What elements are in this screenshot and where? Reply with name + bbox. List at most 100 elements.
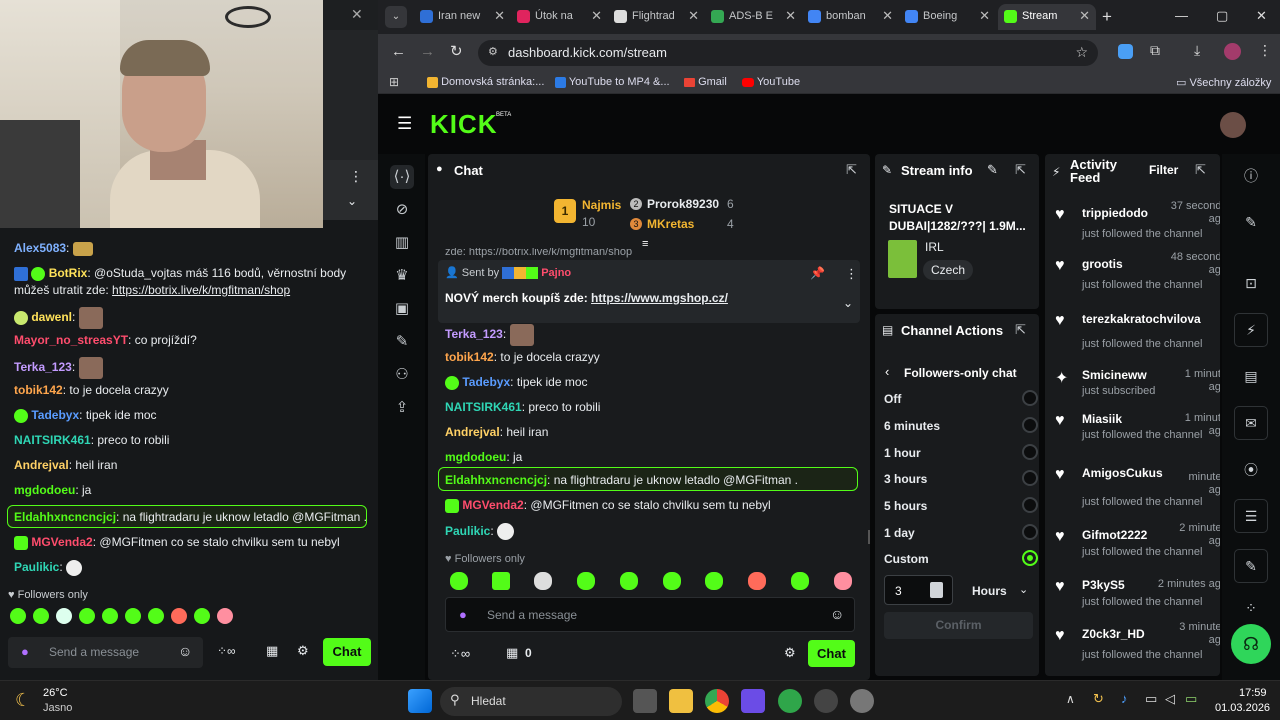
confirm-button[interactable]: Confirm <box>884 612 1033 639</box>
reload-icon[interactable]: ↻ <box>450 42 463 60</box>
broadcast-icon[interactable]: ⦿ <box>1240 459 1262 481</box>
chat-send-button[interactable]: Chat <box>808 640 855 667</box>
more-vertical-icon[interactable]: ⋮ <box>845 266 858 282</box>
category-name[interactable]: IRL <box>925 240 944 254</box>
pen-icon[interactable]: ✎ <box>1240 211 1262 233</box>
browser-tab[interactable]: Útok na ✕ <box>511 4 608 30</box>
browser-tab[interactable]: Boeing ✕ <box>899 4 996 30</box>
volume-icon[interactable]: ◁ <box>1165 691 1175 707</box>
store-icon[interactable]: ▦ <box>506 645 518 661</box>
bookmark-star-icon[interactable]: ☆ <box>1075 44 1088 61</box>
analytics-icon[interactable]: ▥ <box>390 231 414 255</box>
network-icon[interactable]: ▭ <box>1145 691 1157 707</box>
clock-time[interactable]: 17:59 <box>1239 687 1267 699</box>
upload-icon[interactable]: ⇪ <box>390 396 414 420</box>
trophy-icon[interactable]: ♛ <box>390 264 414 288</box>
radio-custom[interactable] <box>1022 550 1038 566</box>
left-chat-send-button[interactable]: Chat <box>323 638 371 666</box>
site-info-icon[interactable]: ⚙ <box>488 45 498 58</box>
filter-button[interactable]: Filter <box>1149 163 1178 177</box>
file-viewer-icon[interactable] <box>633 689 657 713</box>
start-icon[interactable] <box>408 689 432 713</box>
chat-input[interactable]: ● Send a message ☺ <box>445 597 855 632</box>
store-icon[interactable]: ▦ <box>266 643 278 659</box>
close-icon[interactable]: ✕ <box>1079 8 1090 24</box>
chevron-down-icon[interactable]: ⌄ <box>347 194 357 208</box>
support-button[interactable]: ☊ <box>1231 624 1271 664</box>
merch-link[interactable]: https://www.mgshop.cz/ <box>591 291 728 305</box>
close-window-icon[interactable]: ✕ <box>1256 8 1267 24</box>
sliders-icon[interactable]: ☰ <box>1234 499 1268 533</box>
leader-name[interactable]: MKretas <box>647 217 694 231</box>
taskbar-search[interactable]: ⚲ Hledat <box>440 687 622 716</box>
tray-chevron-icon[interactable]: ∧ <box>1066 692 1075 706</box>
popout-icon[interactable]: ⇱ <box>1195 162 1206 178</box>
clock-date[interactable]: 01.03.2026 <box>1215 702 1270 714</box>
chrome-icon[interactable] <box>705 689 729 713</box>
popout-icon[interactable]: ⇱ <box>1015 162 1026 178</box>
stream-icon[interactable]: ⟨·⟩ <box>390 165 414 189</box>
close-icon[interactable]: ✕ <box>785 8 796 24</box>
battery-icon[interactable]: ▭ <box>1185 691 1197 707</box>
community-icon[interactable]: ⚇ <box>390 363 414 387</box>
app-icon[interactable] <box>741 689 765 713</box>
forward-icon[interactable]: → <box>420 43 435 60</box>
shop-link[interactable]: https://botrix.live/k/mgfitman/shop <box>112 283 290 297</box>
tray-sync-icon[interactable]: ↻ <box>1093 691 1104 707</box>
close-icon[interactable]: ✕ <box>494 8 505 24</box>
stepper-icon[interactable] <box>930 582 943 598</box>
browser-tab[interactable]: Flightrad ✕ <box>608 4 705 30</box>
chevron-down-icon[interactable]: ⌄ <box>843 296 853 310</box>
bookmark-item[interactable]: Gmail <box>684 76 727 88</box>
bookmark-item[interactable]: YouTube <box>742 76 800 88</box>
notes-icon[interactable]: ▤ <box>1240 365 1262 387</box>
new-tab-icon[interactable]: + <box>1102 7 1112 27</box>
close-icon[interactable]: ✕ <box>688 8 699 24</box>
leader-name[interactable]: Prorok89230 <box>647 197 719 211</box>
close-icon[interactable]: ✕ <box>591 8 602 24</box>
all-bookmarks[interactable]: ▭ Všechny záložky <box>1176 76 1271 89</box>
emoji-icon[interactable]: ☺ <box>178 643 192 659</box>
radio-1-day[interactable] <box>1022 524 1038 540</box>
address-bar[interactable]: ⚙ dashboard.kick.com/stream ☆ <box>478 40 1098 66</box>
popout-icon[interactable]: ⇱ <box>846 162 857 178</box>
radio-1-hour[interactable] <box>1022 444 1038 460</box>
tab-search-button[interactable]: ⌄ <box>385 6 407 28</box>
puzzle-icon[interactable]: ⧉ <box>1150 42 1160 59</box>
wrench-icon[interactable]: ✎ <box>390 330 414 354</box>
apps-icon[interactable]: ⊞ <box>389 75 399 89</box>
back-chevron-icon[interactable]: ‹ <box>885 364 889 379</box>
menu-icon[interactable]: ⋮ <box>1258 42 1272 59</box>
extension-icon[interactable] <box>1118 44 1133 59</box>
radio-6-minutes[interactable] <box>1022 417 1038 433</box>
wrench-icon[interactable]: ✎ <box>1234 549 1268 583</box>
popout-icon[interactable]: ⇱ <box>1015 322 1026 338</box>
weather-moon-icon[interactable]: ☾ <box>15 690 31 711</box>
browser-tab[interactable]: bomban ✕ <box>802 4 899 30</box>
download-icon[interactable]: ⤓ <box>1194 42 1200 59</box>
link-icon[interactable]: ⊘ <box>390 198 414 222</box>
custom-duration-input[interactable]: 3 <box>884 575 953 605</box>
mic-icon[interactable]: ● <box>459 607 467 622</box>
info-icon[interactable]: ⓘ <box>1240 165 1262 187</box>
edit-icon[interactable]: ✎ <box>987 162 998 178</box>
profile-avatar[interactable] <box>1224 43 1241 60</box>
close-icon[interactable]: ✕ <box>979 8 990 24</box>
apps-icon[interactable]: ⁘ <box>1240 597 1262 619</box>
radio-off[interactable] <box>1022 390 1038 406</box>
settings-icon[interactable] <box>850 689 874 713</box>
close-icon[interactable]: ✕ <box>882 8 893 24</box>
hamburger-icon[interactable]: ☰ <box>397 114 412 134</box>
close-icon[interactable]: ✕ <box>351 6 363 23</box>
points-icon[interactable]: ⁘∞ <box>217 644 236 658</box>
back-icon[interactable]: ← <box>391 43 406 60</box>
radio-3-hours[interactable] <box>1022 470 1038 486</box>
bookmark-item[interactable]: YouTube to MP4 &... <box>555 76 670 88</box>
left-chat-input[interactable]: ● Send a message ☺ <box>8 637 203 668</box>
pin-icon[interactable]: 📌 <box>810 266 825 280</box>
browser-tab[interactable]: Iran new ✕ <box>414 4 511 30</box>
recorder-icon[interactable] <box>814 689 838 713</box>
bookmark-item[interactable]: Domovská stránka:... <box>427 76 544 88</box>
leader-name[interactable]: Najmis <box>582 198 621 212</box>
more-vertical-icon[interactable]: ⋮ <box>349 168 363 185</box>
